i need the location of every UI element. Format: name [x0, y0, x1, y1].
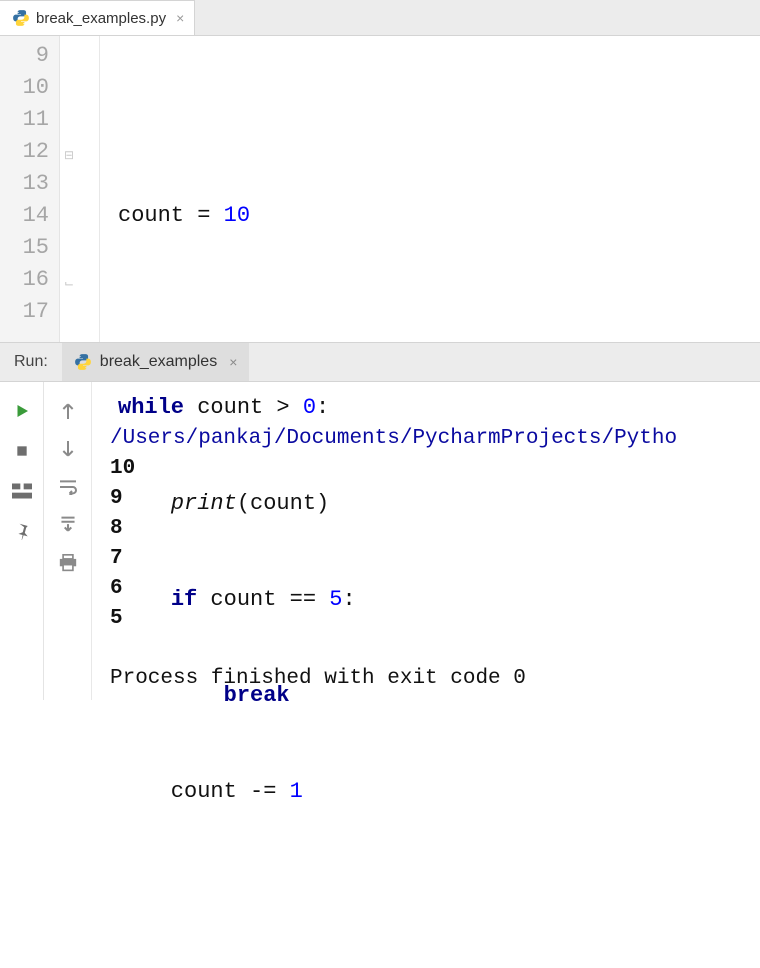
- console-output[interactable]: /Users/pankaj/Documents/PycharmProjects/…: [92, 382, 760, 700]
- fold-gutter: ⊟ ⌙: [60, 36, 100, 342]
- soft-wrap-button[interactable]: [55, 474, 81, 500]
- line-number: 11: [0, 104, 49, 136]
- rerun-button[interactable]: [9, 398, 35, 424]
- output-line: 8: [110, 517, 123, 540]
- run-label: Run:: [0, 353, 62, 371]
- run-config-name: break_examples: [100, 353, 217, 371]
- run-panel: /Users/pankaj/Documents/PycharmProjects/…: [0, 382, 760, 700]
- layout-button[interactable]: [9, 478, 35, 504]
- run-config-tab[interactable]: break_examples ×: [62, 343, 250, 381]
- line-number: 17: [0, 296, 49, 328]
- line-number: 9: [0, 40, 49, 72]
- stop-button[interactable]: [9, 438, 35, 464]
- fold-start-icon[interactable]: ⊟: [62, 140, 76, 154]
- console-nav-toolbar: [44, 382, 92, 700]
- output-line: 9: [110, 487, 123, 510]
- close-tab-icon[interactable]: ×: [176, 10, 184, 26]
- scroll-to-end-button[interactable]: [55, 512, 81, 538]
- line-number: 10: [0, 72, 49, 104]
- down-arrow-button[interactable]: [55, 436, 81, 462]
- pin-button[interactable]: [9, 518, 35, 544]
- run-toolbar: [0, 382, 44, 700]
- exit-message: Process finished with exit code 0: [110, 667, 526, 690]
- close-run-tab-icon[interactable]: ×: [229, 354, 237, 370]
- output-line: 5: [110, 607, 123, 630]
- python-run-icon: [74, 353, 92, 371]
- fold-end-icon[interactable]: ⌙: [62, 268, 76, 282]
- python-file-icon: [12, 9, 30, 27]
- up-arrow-button[interactable]: [55, 398, 81, 424]
- code-editor[interactable]: 9 10 11 12 13 14 15 16 17 ⊟ ⌙ count = 10…: [0, 36, 760, 342]
- line-number: 12: [0, 136, 49, 168]
- run-toolwindow-header: Run: break_examples ×: [0, 342, 760, 382]
- editor-tab-bar: break_examples.py ×: [0, 0, 760, 36]
- output-line: 6: [110, 577, 123, 600]
- line-number: 16: [0, 264, 49, 296]
- editor-tab-break-examples[interactable]: break_examples.py ×: [0, 0, 195, 35]
- output-line: 10: [110, 457, 135, 480]
- output-line: 7: [110, 547, 123, 570]
- interpreter-path: /Users/pankaj/Documents/PycharmProjects/…: [110, 427, 677, 450]
- print-button[interactable]: [55, 550, 81, 576]
- line-number-gutter: 9 10 11 12 13 14 15 16 17: [0, 36, 60, 342]
- editor-tab-filename: break_examples.py: [36, 10, 166, 27]
- code-content[interactable]: count = 10 while count > 0: print(count)…: [100, 36, 760, 342]
- line-number: 15: [0, 232, 49, 264]
- line-number: 14: [0, 200, 49, 232]
- line-number: 13: [0, 168, 49, 200]
